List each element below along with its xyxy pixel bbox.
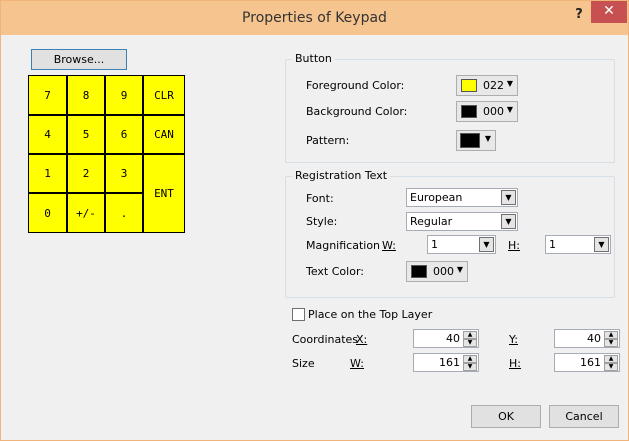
ok-button[interactable]: OK bbox=[471, 405, 541, 428]
browse-button[interactable]: Browse... bbox=[31, 49, 127, 70]
coordinates-label: Coordinates bbox=[292, 333, 359, 346]
pattern-label: Pattern: bbox=[306, 134, 350, 147]
keypad-preview: 7 8 9 CLR 4 5 6 CAN 1 2 3 ENT 0 +/- . bbox=[28, 75, 185, 233]
size-label: Size bbox=[292, 357, 315, 370]
registration-group-title: Registration Text bbox=[292, 169, 391, 182]
size-w-label: W: bbox=[350, 357, 364, 370]
key-2: 2 bbox=[67, 154, 105, 193]
font-select[interactable]: European ▼ bbox=[406, 188, 518, 207]
key-9: 9 bbox=[105, 75, 143, 115]
key-5: 5 bbox=[67, 115, 105, 154]
style-value: Regular bbox=[410, 215, 453, 228]
pattern-select[interactable]: ▼ bbox=[456, 130, 496, 151]
spin-down-icon[interactable]: ▼ bbox=[604, 339, 618, 347]
text-color-value: 000 bbox=[433, 265, 454, 278]
background-color-label: Background Color: bbox=[306, 105, 408, 118]
key-6: 6 bbox=[105, 115, 143, 154]
registration-text-group: Registration Text Font: European ▼ Style… bbox=[285, 169, 615, 298]
text-color-swatch bbox=[411, 265, 427, 278]
chevron-down-icon: ▼ bbox=[456, 265, 463, 274]
title-bar: Properties of Keypad ? ✕ bbox=[1, 1, 628, 35]
chevron-down-icon[interactable]: ▼ bbox=[501, 190, 516, 205]
magnification-w-label: W: bbox=[382, 239, 396, 252]
key-ent: ENT bbox=[143, 154, 185, 233]
chevron-down-icon[interactable]: ▼ bbox=[594, 237, 609, 252]
browse-label: Browse... bbox=[53, 53, 105, 66]
coordinate-y-label: Y: bbox=[509, 333, 518, 346]
key-plus-minus: +/- bbox=[67, 193, 105, 233]
close-button[interactable]: ✕ bbox=[591, 1, 627, 23]
coordinate-x-label: X: bbox=[356, 333, 368, 346]
background-color-value: 000 bbox=[483, 105, 504, 118]
window-title: Properties of Keypad bbox=[242, 10, 387, 26]
coordinate-x-value: 40 bbox=[446, 332, 460, 345]
size-h-label: H: bbox=[509, 357, 521, 370]
text-color-select[interactable]: 000 ▼ bbox=[406, 261, 468, 282]
magnification-w-value: 1 bbox=[431, 238, 438, 251]
foreground-color-label: Foreground Color: bbox=[306, 79, 405, 92]
size-w-input[interactable]: 161 ▲ ▼ bbox=[413, 353, 479, 372]
font-label: Font: bbox=[306, 192, 334, 205]
cancel-label: Cancel bbox=[565, 410, 603, 423]
foreground-swatch bbox=[461, 79, 477, 92]
spin-down-icon[interactable]: ▼ bbox=[463, 339, 477, 347]
foreground-color-select[interactable]: 022 ▼ bbox=[456, 75, 518, 96]
coordinate-y-input[interactable]: 40 ▲ ▼ bbox=[554, 329, 620, 348]
key-1: 1 bbox=[28, 154, 67, 193]
top-layer-checkbox[interactable] bbox=[292, 308, 305, 321]
key-8: 8 bbox=[67, 75, 105, 115]
magnification-label: Magnification bbox=[306, 239, 381, 252]
spin-down-icon[interactable]: ▼ bbox=[604, 363, 618, 371]
foreground-color-value: 022 bbox=[483, 79, 504, 92]
key-3: 3 bbox=[105, 154, 143, 193]
size-h-value: 161 bbox=[580, 356, 601, 369]
spin-up-icon[interactable]: ▲ bbox=[604, 355, 618, 363]
key-7: 7 bbox=[28, 75, 67, 115]
chevron-down-icon[interactable]: ▼ bbox=[479, 237, 494, 252]
font-value: European bbox=[410, 191, 463, 204]
ok-label: OK bbox=[498, 410, 514, 423]
button-group-title: Button bbox=[292, 52, 335, 65]
text-color-label: Text Color: bbox=[306, 265, 364, 278]
button-group: Button Foreground Color: 022 ▼ Backgroun… bbox=[285, 52, 615, 163]
coordinate-x-input[interactable]: 40 ▲ ▼ bbox=[413, 329, 479, 348]
key-can: CAN bbox=[143, 115, 185, 154]
background-swatch bbox=[461, 105, 477, 118]
chevron-down-icon[interactable]: ▼ bbox=[501, 214, 516, 229]
spin-up-icon[interactable]: ▲ bbox=[604, 331, 618, 339]
spin-up-icon[interactable]: ▲ bbox=[463, 355, 477, 363]
size-h-input[interactable]: 161 ▲ ▼ bbox=[554, 353, 620, 372]
size-w-value: 161 bbox=[439, 356, 460, 369]
background-color-select[interactable]: 000 ▼ bbox=[456, 101, 518, 122]
key-0: 0 bbox=[28, 193, 67, 233]
style-label: Style: bbox=[306, 215, 338, 228]
magnification-w-select[interactable]: 1 ▼ bbox=[427, 235, 496, 254]
spin-up-icon[interactable]: ▲ bbox=[463, 331, 477, 339]
top-layer-label[interactable]: Place on the Top Layer bbox=[308, 308, 432, 321]
magnification-h-label: H: bbox=[508, 239, 520, 252]
cancel-button[interactable]: Cancel bbox=[549, 405, 619, 428]
properties-dialog: Properties of Keypad ? ✕ Browse... 7 8 9… bbox=[0, 0, 629, 441]
pattern-swatch bbox=[460, 133, 480, 148]
spin-down-icon[interactable]: ▼ bbox=[463, 363, 477, 371]
help-button[interactable]: ? bbox=[569, 5, 589, 25]
dialog-body: Browse... 7 8 9 CLR 4 5 6 CAN 1 2 3 ENT … bbox=[8, 35, 621, 435]
coordinate-y-value: 40 bbox=[587, 332, 601, 345]
key-dot: . bbox=[105, 193, 143, 233]
style-select[interactable]: Regular ▼ bbox=[406, 212, 518, 231]
chevron-down-icon: ▼ bbox=[506, 79, 513, 88]
key-4: 4 bbox=[28, 115, 67, 154]
magnification-h-value: 1 bbox=[549, 238, 556, 251]
chevron-down-icon: ▼ bbox=[506, 105, 513, 114]
key-clr: CLR bbox=[143, 75, 185, 115]
magnification-h-select[interactable]: 1 ▼ bbox=[545, 235, 611, 254]
chevron-down-icon: ▼ bbox=[484, 134, 491, 143]
